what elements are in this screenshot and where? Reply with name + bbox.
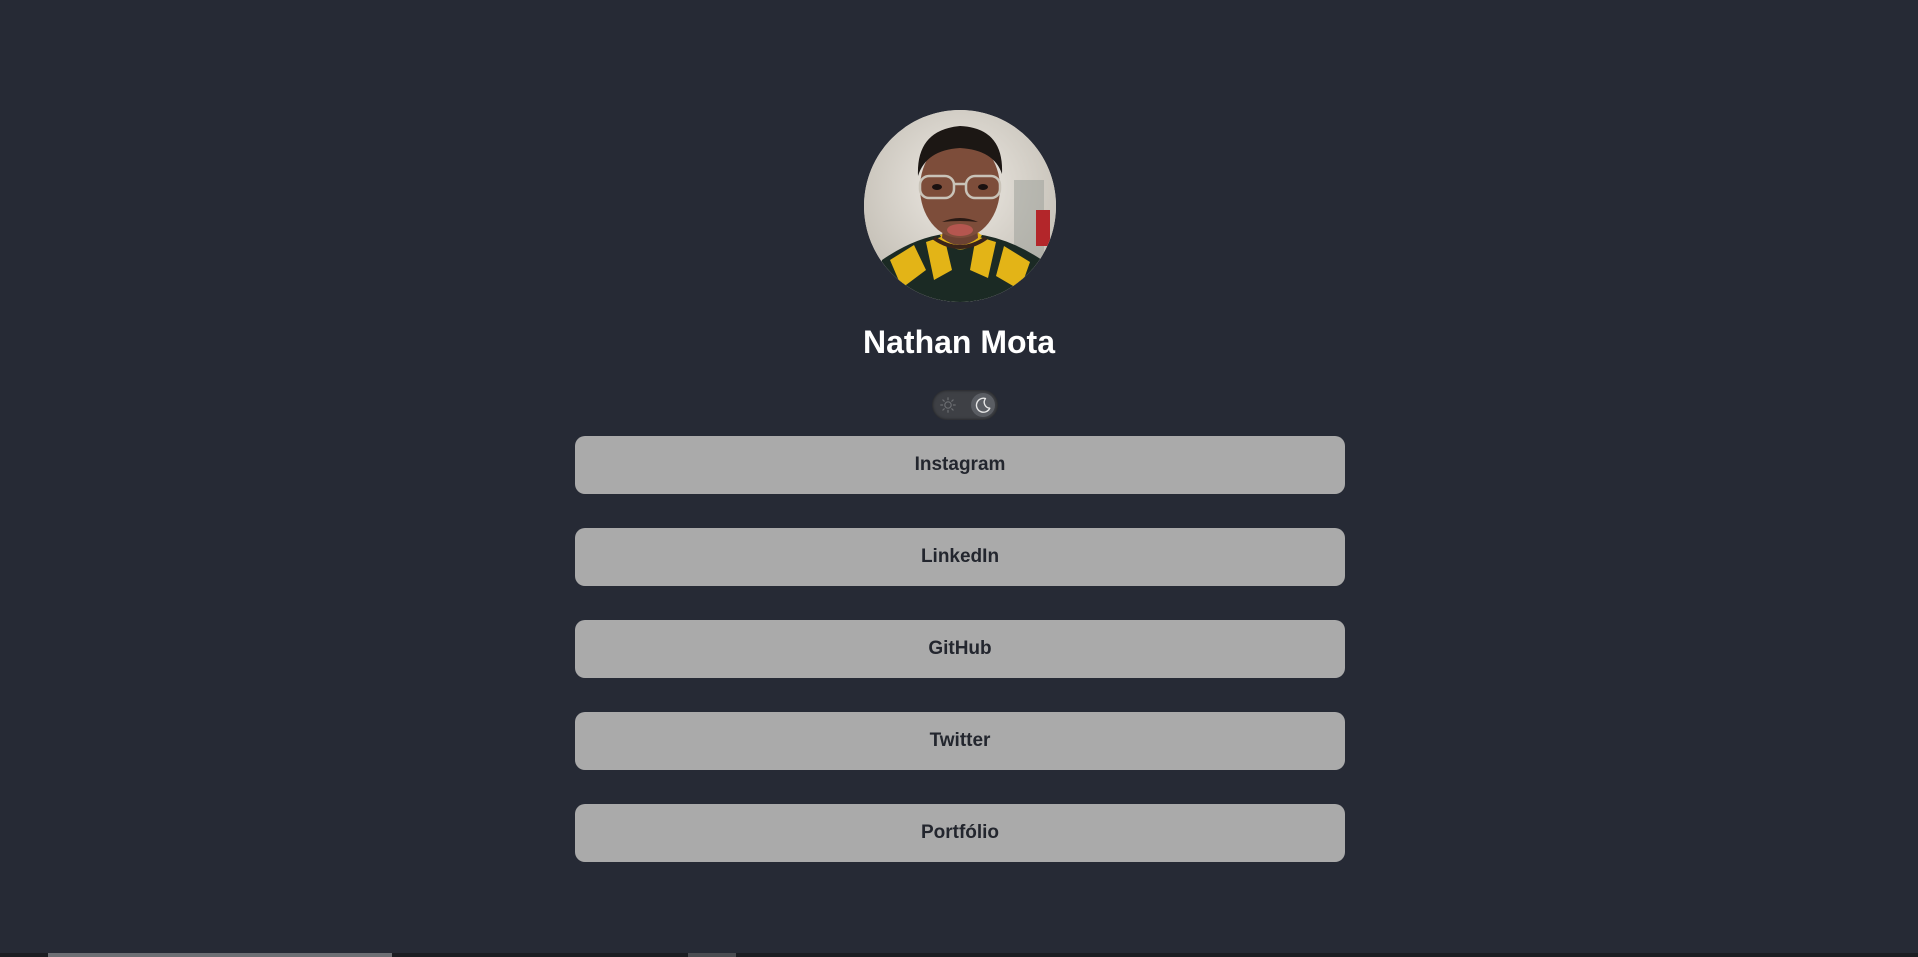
instagram-link-button[interactable]: Instagram (575, 436, 1345, 494)
avatar-photo (864, 110, 1056, 302)
profile-page: Nathan Mota Instagram LinkedIn GitHub Tw… (0, 0, 1918, 957)
theme-toggle[interactable] (932, 390, 998, 420)
toggle-knob[interactable] (971, 393, 995, 417)
twitter-link-button[interactable]: Twitter (575, 712, 1345, 770)
link-list: Instagram LinkedIn GitHub Twitter Portfó… (575, 436, 1345, 896)
moon-icon (975, 397, 991, 413)
sun-icon (940, 397, 956, 413)
scrollbar-thumb[interactable] (48, 953, 392, 957)
portfolio-link-button[interactable]: Portfólio (575, 804, 1345, 862)
github-link-button[interactable]: GitHub (575, 620, 1345, 678)
linkedin-link-button[interactable]: LinkedIn (575, 528, 1345, 586)
scrollbar-marker (688, 953, 736, 957)
avatar (864, 110, 1056, 302)
profile-name: Nathan Mota (863, 324, 1055, 360)
